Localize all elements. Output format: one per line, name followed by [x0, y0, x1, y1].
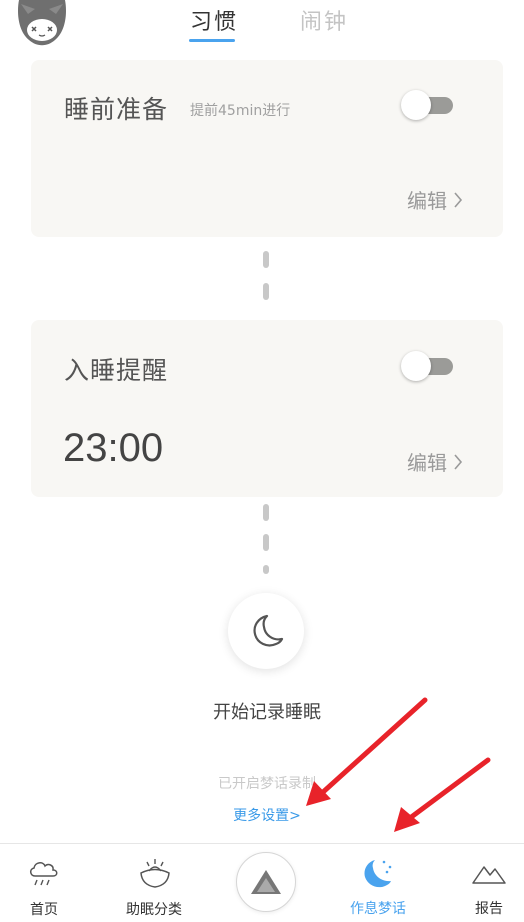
card-title: 入睡提醒	[64, 356, 169, 385]
connector-dash	[263, 534, 269, 551]
nav-item-schedule-dreamtalk[interactable]: 作息梦话	[346, 843, 410, 922]
nav-item-report[interactable]: 报告	[469, 843, 509, 922]
center-play-button[interactable]	[236, 852, 296, 912]
moon-icon	[253, 614, 284, 647]
sleep-reminder-card: 入睡提醒 23:00 编辑	[31, 320, 503, 497]
chevron-right-icon	[454, 453, 463, 470]
card-subtitle: 提前45min进行	[190, 103, 291, 119]
bowl-icon	[140, 859, 170, 888]
start-sleep-button[interactable]	[228, 593, 304, 669]
active-tab-indicator	[189, 39, 235, 42]
sleep-reminder-toggle[interactable]	[401, 351, 453, 381]
nav-label: 报告	[475, 901, 503, 917]
edit-label: 编辑	[407, 451, 447, 475]
reminder-time: 23:00	[63, 426, 164, 470]
edit-button[interactable]: 编辑	[407, 447, 463, 476]
sleeptalk-status: 已开启梦话录制	[218, 776, 316, 792]
tab-habits[interactable]: 习惯	[190, 4, 238, 36]
chevron-right-icon	[454, 191, 463, 208]
top-tabs: 习惯 闹钟	[0, 0, 524, 50]
start-sleep-label: 开始记录睡眠	[213, 702, 321, 723]
more-settings-link[interactable]: 更多设置>	[0, 805, 524, 825]
nav-item-sleep-aid[interactable]: 助眠分类	[122, 844, 186, 922]
nav-label: 助眠分类	[126, 902, 182, 918]
bedtime-prep-toggle[interactable]	[401, 90, 453, 120]
connector-dash	[263, 504, 269, 521]
bedtime-prep-card: 睡前准备 提前45min进行 编辑	[31, 60, 503, 237]
moon-stars-icon	[364, 860, 392, 888]
tab-alarm[interactable]: 闹钟	[300, 4, 348, 36]
edit-label: 编辑	[407, 189, 447, 213]
nav-label: 首页	[30, 902, 58, 918]
card-title: 睡前准备	[64, 95, 169, 124]
edit-button[interactable]: 编辑	[407, 185, 463, 214]
connector-dash	[263, 251, 269, 268]
nav-label: 作息梦话	[350, 901, 406, 917]
nav-item-home[interactable]: 首页	[24, 844, 64, 922]
connector-dash	[263, 283, 269, 300]
play-triangle-icon	[251, 870, 281, 894]
connector-dash	[263, 565, 269, 574]
mountain-icon	[472, 866, 506, 884]
cloud-rain-icon	[30, 862, 58, 886]
